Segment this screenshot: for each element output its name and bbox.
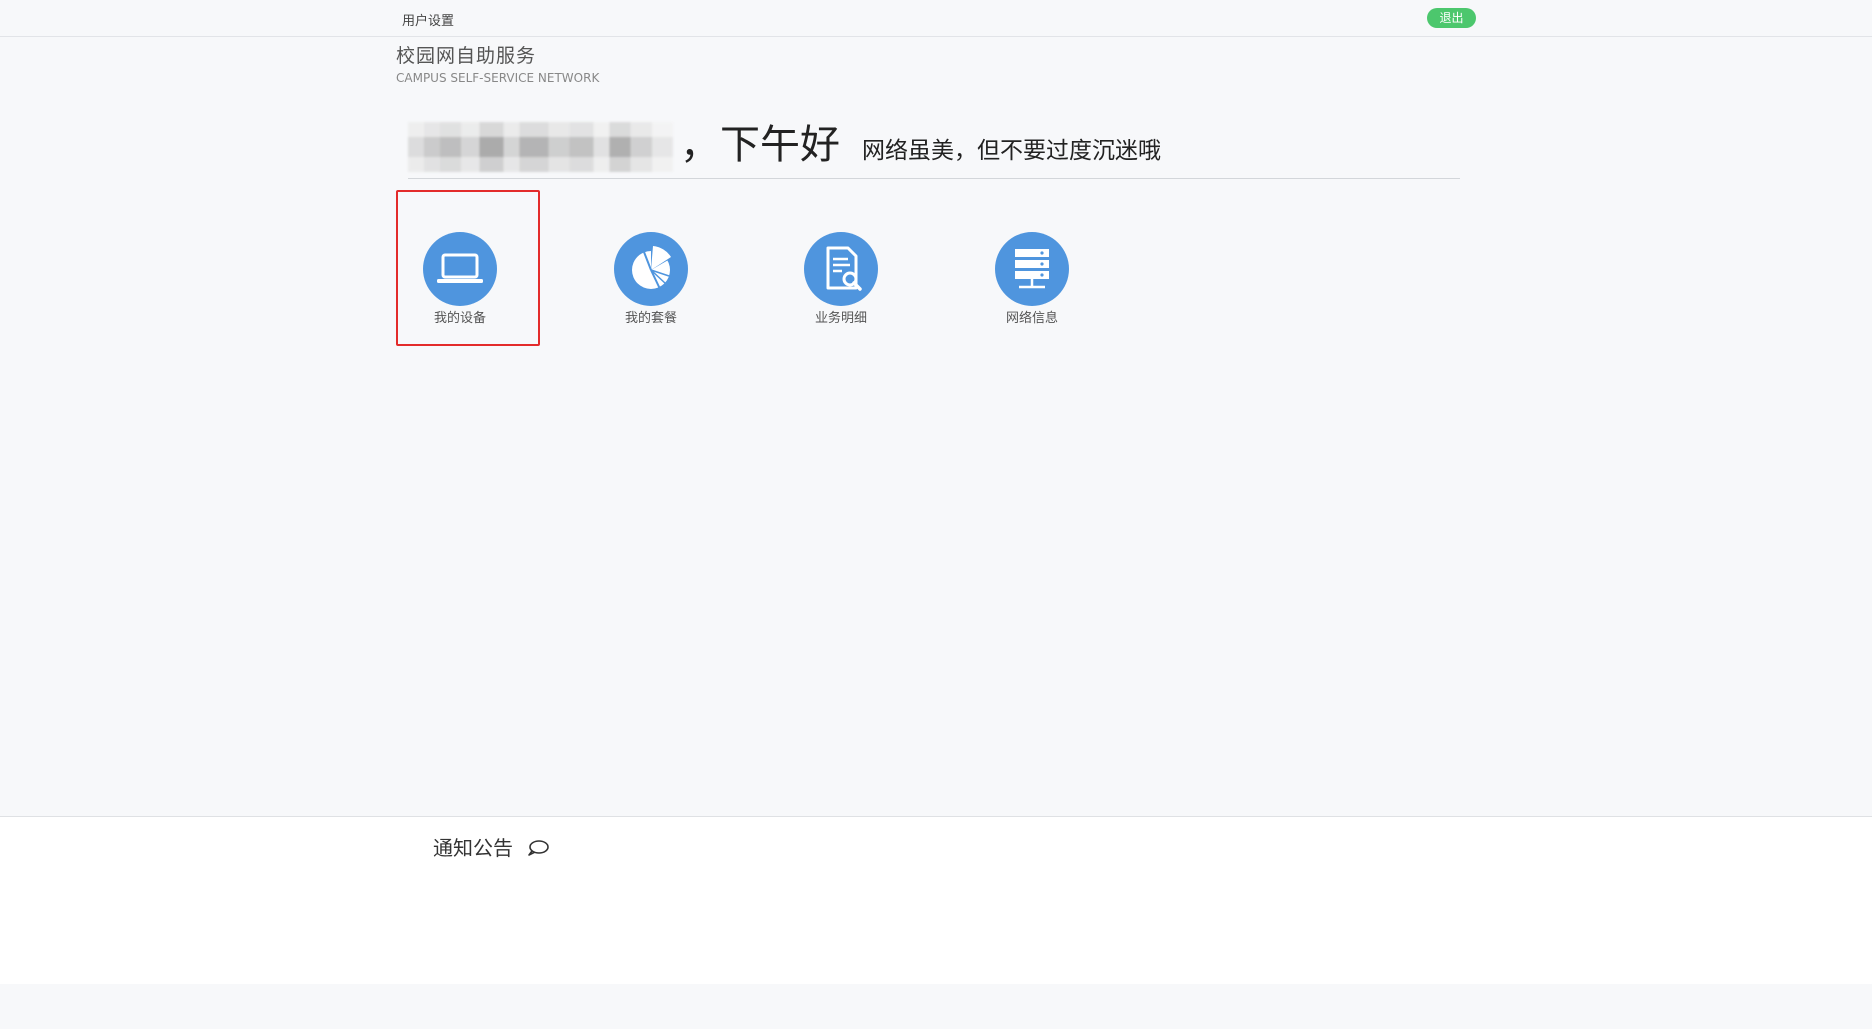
user-settings-link[interactable]: 用户设置 <box>402 10 454 29</box>
feature-label: 网络信息 <box>1005 311 1058 326</box>
feature-network-info[interactable]: 网络信息 <box>968 190 1112 346</box>
page-footer-strip <box>0 984 1872 1029</box>
feature-my-devices[interactable]: 我的设备 <box>396 190 540 346</box>
user-name-redacted <box>408 122 673 172</box>
notice-section: 通知公告 <box>0 816 1872 985</box>
feature-my-plan[interactable]: 我的套餐 <box>587 190 731 346</box>
laptop-icon <box>423 232 497 306</box>
feature-label: 业务明细 <box>814 311 867 326</box>
feature-label: 我的设备 <box>433 311 486 326</box>
feature-business-details[interactable]: 业务明细 <box>777 190 921 346</box>
feature-grid: 我的设备 我的套餐 业务明细 网络信息 <box>396 190 1196 346</box>
greeting-slogan: 网络虽美，但不要过度沉迷哦 <box>862 138 1161 164</box>
speech-bubble-icon <box>528 840 549 856</box>
brand: 校园网自助服务 CAMPUS SELF-SERVICE NETWORK <box>396 44 599 86</box>
notice-title: 通知公告 <box>433 836 513 860</box>
pie-chart-icon <box>614 232 688 306</box>
top-bar: 用户设置 退出 <box>0 0 1872 37</box>
brand-title: 校园网自助服务 <box>396 45 537 67</box>
brand-subtitle: CAMPUS SELF-SERVICE NETWORK <box>396 71 600 85</box>
server-icon <box>995 232 1069 306</box>
feature-label: 我的套餐 <box>624 311 677 326</box>
greeting-banner: ，下午好 网络虽美，但不要过度沉迷哦 <box>408 118 1460 179</box>
logout-button[interactable]: 退出 <box>1427 8 1476 28</box>
greeting-text: ，下午好 <box>680 122 840 168</box>
document-search-icon <box>804 232 878 306</box>
